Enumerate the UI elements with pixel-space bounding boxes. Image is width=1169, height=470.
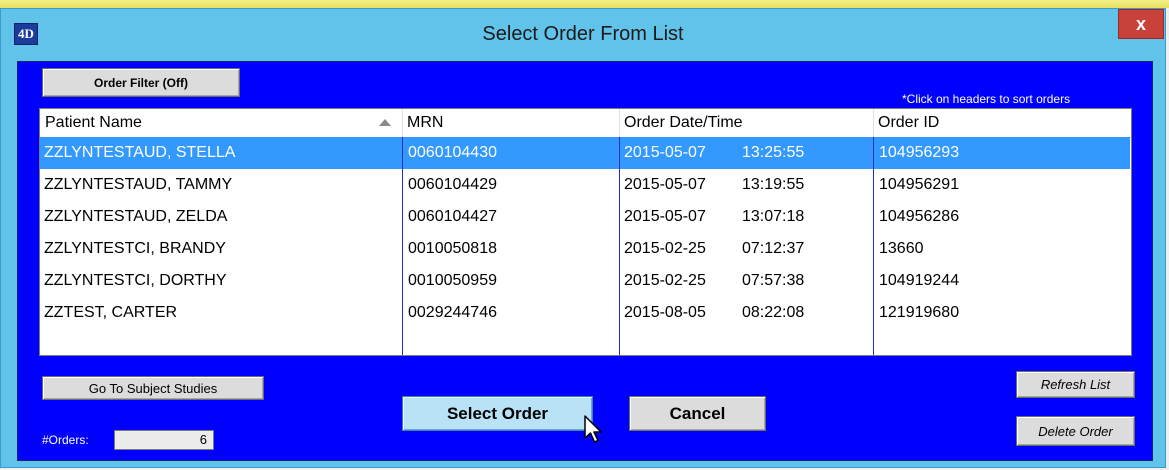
cell-order-date: 2015-05-07 — [624, 208, 706, 225]
cell-patient-name: ZZLYNTESTAUD, ZELDA — [44, 208, 228, 225]
cell-mrn: 0029244746 — [408, 304, 497, 321]
cell-patient-name: ZZTEST, CARTER — [44, 304, 178, 321]
table-row-selected[interactable]: ZZLYNTESTAUD, STELLA 0060104430 2015-05-… — [40, 137, 1130, 169]
cell-order-date: 2015-08-05 — [624, 304, 706, 321]
cell-mrn: 0060104427 — [408, 208, 497, 225]
header-divider — [402, 109, 403, 137]
cell-patient-name: ZZLYNTESTAUD, STELLA — [44, 144, 236, 161]
cell-order-time: 07:12:37 — [742, 240, 805, 257]
cell-order-time: 13:07:18 — [742, 208, 805, 225]
window-title: Select Order From List — [482, 23, 684, 45]
cell-order-id: 121919680 — [879, 304, 960, 321]
orders-count-label: #Orders: — [42, 433, 89, 447]
list-rows: ZZLYNTESTAUD, STELLA 0060104430 2015-05-… — [40, 137, 1130, 329]
dialog-body: Order Filter (Off) *Click on headers to … — [17, 61, 1153, 461]
mouse-cursor-icon — [584, 415, 602, 443]
table-row[interactable]: ZZTEST, CARTER 0029244746 2015-08-05 08:… — [40, 297, 1130, 329]
column-header-order-id[interactable]: Order ID — [873, 109, 1131, 137]
select-order-button[interactable]: Select Order — [402, 396, 593, 431]
cell-order-id: 104956286 — [879, 208, 960, 225]
table-row[interactable]: ZZLYNTESTAUD, TAMMY 0060104429 2015-05-0… — [40, 169, 1130, 201]
table-row[interactable]: ZZLYNTESTAUD, ZELDA 0060104427 2015-05-0… — [40, 201, 1130, 233]
title-bar[interactable]: 4D Select Order From List — [1, 9, 1165, 55]
cell-mrn: 0060104430 — [408, 144, 497, 161]
column-divider — [402, 137, 403, 355]
cell-mrn: 0010050818 — [408, 240, 497, 257]
cell-order-time: 13:25:55 — [742, 144, 805, 161]
close-icon[interactable]: x — [1118, 9, 1164, 39]
column-header-mrn[interactable]: MRN — [402, 109, 619, 137]
cell-order-date: 2015-02-25 — [624, 240, 706, 257]
cell-patient-name: ZZLYNTESTCI, DORTHY — [44, 272, 227, 289]
orders-count-field: 6 — [114, 430, 214, 450]
dialog-window: 4D Select Order From List x Order Filter… — [0, 8, 1166, 468]
go-to-subject-studies-button[interactable]: Go To Subject Studies — [42, 376, 264, 400]
cancel-button[interactable]: Cancel — [629, 396, 766, 431]
sort-ascending-icon — [379, 119, 391, 126]
cell-order-date: 2015-02-25 — [624, 272, 706, 289]
cell-order-time: 07:57:38 — [742, 272, 805, 289]
cell-patient-name: ZZLYNTESTAUD, TAMMY — [44, 176, 233, 193]
cell-order-date: 2015-05-07 — [624, 176, 706, 193]
list-header: Patient Name MRN Order Date/Time Order I… — [40, 109, 1131, 138]
column-divider — [873, 137, 874, 355]
order-list[interactable]: Patient Name MRN Order Date/Time Order I… — [39, 108, 1132, 356]
cell-order-id: 104956291 — [879, 176, 960, 193]
refresh-list-button[interactable]: Refresh List — [1016, 371, 1135, 398]
order-filter-button[interactable]: Order Filter (Off) — [42, 68, 240, 97]
cell-order-id: 13660 — [879, 240, 924, 257]
cell-patient-name: ZZLYNTESTCI, BRANDY — [44, 240, 226, 257]
table-row[interactable]: ZZLYNTESTCI, BRANDY 0010050818 2015-02-2… — [40, 233, 1130, 265]
header-divider — [619, 109, 620, 137]
header-divider — [873, 109, 874, 137]
cell-order-id: 104956293 — [879, 144, 960, 161]
cell-mrn: 0060104429 — [408, 176, 497, 193]
cell-order-time: 13:19:55 — [742, 176, 805, 193]
table-row[interactable]: ZZLYNTESTCI, DORTHY 0010050959 2015-02-2… — [40, 265, 1130, 297]
background-app-strip — [0, 0, 1169, 8]
delete-order-button[interactable]: Delete Order — [1016, 416, 1135, 446]
column-header-order-date-time[interactable]: Order Date/Time — [619, 109, 873, 137]
column-divider — [619, 137, 620, 355]
sort-hint: *Click on headers to sort orders — [902, 92, 1071, 106]
cell-mrn: 0010050959 — [408, 272, 497, 289]
cell-order-id: 104919244 — [879, 272, 960, 289]
cell-order-date: 2015-05-07 — [624, 144, 706, 161]
cell-order-time: 08:22:08 — [742, 304, 805, 321]
column-header-patient-name[interactable]: Patient Name — [40, 109, 402, 137]
